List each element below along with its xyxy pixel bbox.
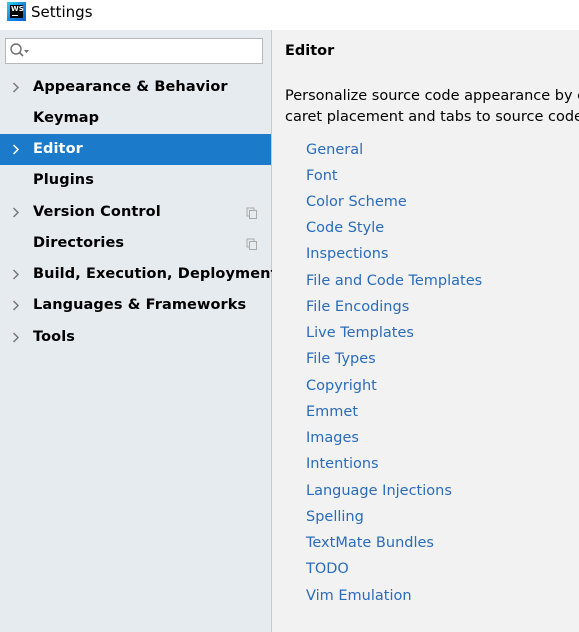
- chevron-right-icon[interactable]: [12, 332, 20, 343]
- sidebar-item-label: Appearance & Behavior: [33, 79, 228, 95]
- chevron-right-icon[interactable]: [12, 144, 20, 155]
- settings-subpage-link[interactable]: Vim Emulation: [306, 587, 412, 605]
- project-level-icon: [246, 238, 257, 250]
- sidebar-item[interactable]: Build, Execution, Deployment: [0, 259, 278, 290]
- sidebar-item[interactable]: Languages & Frameworks: [0, 290, 271, 321]
- settings-subpage-link[interactable]: General: [306, 141, 363, 159]
- sidebar-item-label: Keymap: [33, 110, 100, 126]
- settings-subpage-link[interactable]: Color Scheme: [306, 193, 407, 211]
- settings-subpage-link[interactable]: File Encodings: [306, 298, 409, 316]
- chevron-right-icon[interactable]: [12, 82, 20, 93]
- editor-settings-panel: Editor Personalize source code appearanc…: [272, 30, 579, 632]
- settings-subpage-link[interactable]: Live Templates: [306, 324, 414, 342]
- search-input[interactable]: [32, 41, 254, 59]
- description-line: Personalize source code appearance by c: [285, 88, 579, 104]
- project-level-icon: [246, 207, 257, 219]
- sidebar-item[interactable]: Keymap: [0, 103, 271, 134]
- sidebar-item-label: Editor: [33, 141, 83, 157]
- window-title: Settings: [31, 3, 93, 21]
- chevron-right-icon[interactable]: [12, 269, 20, 280]
- sidebar-item-label: Version Control: [33, 204, 161, 220]
- sidebar-item[interactable]: Plugins: [0, 165, 271, 196]
- settings-subpage-link[interactable]: Inspections: [306, 245, 388, 263]
- webstorm-logo-icon: WS: [7, 2, 26, 21]
- sidebar-item-label: Plugins: [33, 172, 94, 188]
- logo-text: WS: [11, 5, 24, 13]
- settings-subpage-link[interactable]: Language Injections: [306, 482, 452, 500]
- settings-subpage-link[interactable]: File Types: [306, 350, 376, 368]
- sidebar-item[interactable]: Directories: [0, 228, 271, 259]
- sidebar-item-label: Languages & Frameworks: [33, 297, 247, 313]
- settings-subpage-link[interactable]: Images: [306, 429, 359, 447]
- settings-subpage-link[interactable]: Emmet: [306, 403, 358, 421]
- chevron-right-icon[interactable]: [12, 300, 20, 311]
- settings-subpage-link[interactable]: File and Code Templates: [306, 272, 482, 290]
- page-title: Editor: [285, 43, 335, 59]
- sidebar-item[interactable]: Editor: [0, 134, 271, 165]
- sidebar-item[interactable]: Appearance & Behavior: [0, 72, 271, 103]
- settings-subpage-link[interactable]: Code Style: [306, 219, 384, 237]
- sidebar-item[interactable]: Tools: [0, 322, 271, 353]
- sidebar-item-label: Build, Execution, Deployment: [33, 266, 278, 282]
- chevron-right-icon[interactable]: [12, 207, 20, 218]
- settings-subpage-link[interactable]: TODO: [306, 560, 349, 578]
- description-line: caret placement and tabs to source code: [285, 109, 579, 125]
- sidebar-item-label: Directories: [33, 235, 125, 251]
- settings-subpage-link[interactable]: Spelling: [306, 508, 364, 526]
- settings-subpage-link[interactable]: Font: [306, 167, 338, 185]
- page-description: Personalize source code appearance by c …: [285, 86, 579, 128]
- settings-subpage-link[interactable]: Intentions: [306, 455, 379, 473]
- title-bar: WS Settings: [0, 0, 579, 30]
- settings-subpage-link[interactable]: Copyright: [306, 377, 377, 395]
- settings-subpage-link[interactable]: TextMate Bundles: [306, 534, 434, 552]
- sidebar-item[interactable]: Version Control: [0, 197, 271, 228]
- search-field[interactable]: [5, 38, 263, 64]
- search-icon[interactable]: [9, 42, 31, 60]
- sidebar-item-label: Tools: [33, 329, 75, 345]
